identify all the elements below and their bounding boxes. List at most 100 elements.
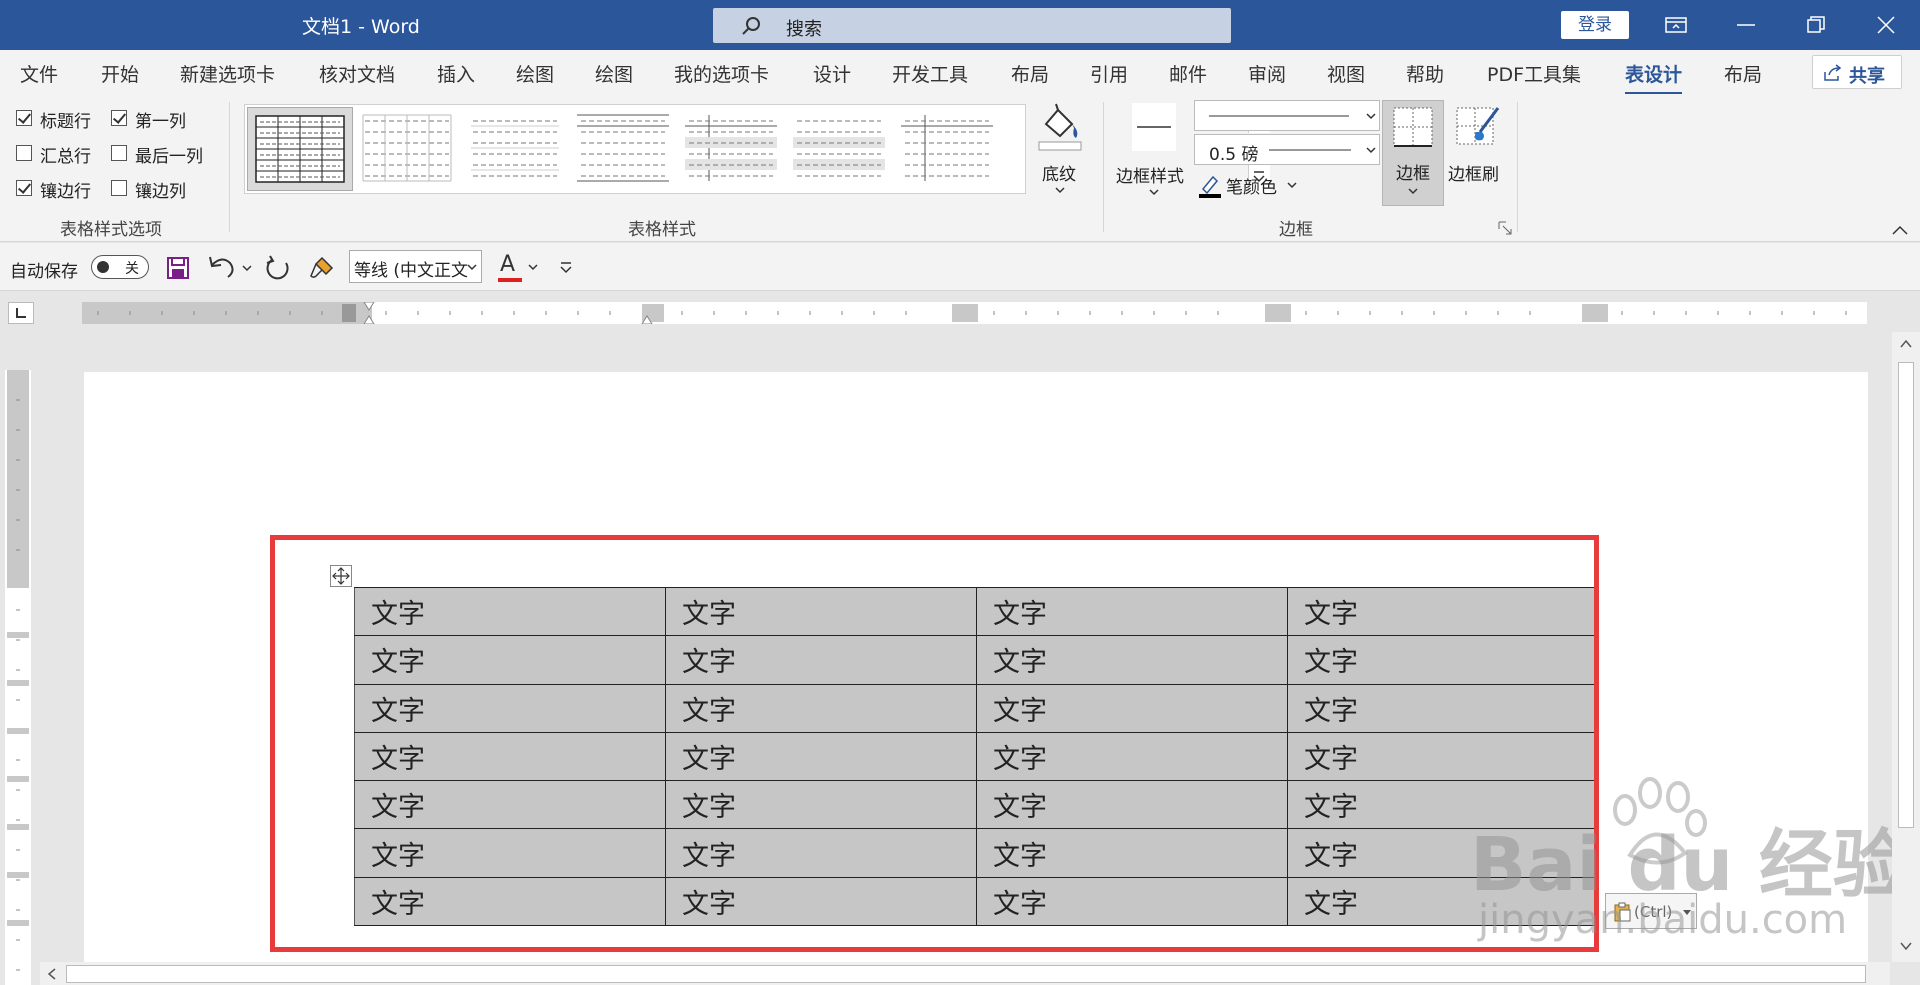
tab-file[interactable]: 文件 (20, 60, 58, 87)
tab-selector-button[interactable] (8, 302, 34, 324)
tab-home[interactable]: 开始 (101, 60, 139, 87)
shading-button[interactable]: 底纹 (1036, 102, 1084, 202)
close-button[interactable] (1863, 8, 1909, 42)
minimize-icon (1737, 24, 1755, 26)
horizontal-scrollbar[interactable] (40, 962, 1890, 985)
tab-help[interactable]: 帮助 (1406, 60, 1444, 87)
tab-draw[interactable]: 绘图 (516, 60, 554, 87)
restore-button[interactable] (1793, 8, 1839, 42)
table-style-plain-3[interactable] (571, 107, 677, 191)
font-color-glyph: A (500, 252, 516, 277)
border-painter-label: 边框刷 (1448, 165, 1499, 185)
font-color-button[interactable]: A (496, 251, 542, 283)
chevron-down-icon (242, 265, 252, 272)
checkbox-box (111, 110, 127, 126)
chevron-down-icon (528, 264, 538, 271)
table-style-plain-6-icon (901, 115, 993, 181)
ruler-row (0, 292, 1920, 328)
tab-mailings[interactable]: 邮件 (1169, 60, 1207, 87)
format-painter-button[interactable] (308, 254, 336, 282)
tab-design[interactable]: 设计 (813, 60, 851, 87)
vertical-scrollbar[interactable] (1892, 332, 1920, 962)
border-styles-button[interactable]: 边框样式 (1116, 102, 1192, 202)
table-styles-gallery (244, 104, 1270, 194)
tab-review[interactable]: 审阅 (1248, 60, 1286, 87)
tab-draw-2[interactable]: 绘图 (595, 60, 633, 87)
tab-check-document[interactable]: 核对文档 (319, 60, 395, 87)
tab-stop-icon (16, 308, 26, 318)
share-button[interactable]: 共享 (1812, 55, 1902, 89)
ribbon: 标题行 第一列 汇总行 最后一列 镶边行 镶边列 表格样式选项 表格样式 底纹 … (0, 94, 1920, 242)
tab-new-tab[interactable]: 新建选项卡 (180, 60, 275, 87)
restore-icon (1807, 16, 1825, 33)
tab-insert[interactable]: 插入 (437, 60, 475, 87)
border-painter-icon (1456, 107, 1500, 145)
table-style-grid-icon (255, 115, 345, 183)
table-style-plain-1[interactable] (355, 107, 461, 191)
collapse-ribbon-button[interactable] (1890, 222, 1910, 236)
save-icon (167, 257, 189, 279)
chevron-down-icon (1149, 189, 1159, 196)
tab-view[interactable]: 视图 (1327, 60, 1365, 87)
undo-icon (209, 256, 234, 278)
save-button[interactable] (166, 256, 190, 280)
share-icon (1824, 64, 1842, 81)
redo-button[interactable] (264, 255, 292, 283)
chevron-up-icon (1892, 225, 1908, 235)
tab-developer[interactable]: 开发工具 (892, 60, 968, 87)
borders-button[interactable]: 边框 (1382, 100, 1444, 206)
paint-bucket-icon (1038, 103, 1082, 151)
toggle-knob (97, 261, 109, 273)
shading-label: 底纹 (1042, 165, 1076, 185)
paste-options-button[interactable]: (Ctrl) (1605, 893, 1697, 929)
horizontal-scroll-thumb[interactable] (66, 965, 1866, 983)
font-name-dropdown[interactable]: 等线 (中文正文 (349, 250, 482, 283)
tab-references[interactable]: 引用 (1090, 60, 1128, 87)
chevron-down-icon (1683, 910, 1691, 915)
scroll-up-arrow-icon (1900, 339, 1912, 348)
font-name-value: 等线 (中文正文 (354, 261, 469, 281)
vertical-ruler[interactable] (5, 370, 31, 985)
tab-table-layout[interactable]: 布局 (1724, 60, 1762, 87)
table-style-plain-4[interactable] (679, 107, 785, 191)
dialog-launcher-icon (1498, 221, 1512, 235)
border-painter-button[interactable]: 边框刷 (1448, 102, 1508, 202)
table-style-plain-6[interactable] (895, 107, 1001, 191)
paste-options-label: (Ctrl) (1634, 903, 1673, 921)
toggle-state: 关 (125, 261, 139, 277)
line-style-preview (1209, 115, 1349, 117)
table-style-plain-2-icon (471, 120, 559, 177)
table-style-plain-3-icon (577, 114, 669, 182)
minimize-button[interactable] (1723, 8, 1769, 42)
autosave-label: 自动保存 (10, 262, 78, 282)
ribbon-display-icon (1665, 17, 1687, 33)
line-style-dropdown[interactable] (1194, 100, 1380, 131)
tab-layout[interactable]: 布局 (1011, 60, 1049, 87)
share-label: 共享 (1849, 66, 1885, 87)
pen-color-button[interactable]: 笔颜色 (1198, 172, 1328, 198)
tab-table-design[interactable]: 表设计 (1625, 60, 1683, 95)
login-button[interactable]: 登录 (1561, 11, 1629, 39)
line-weight-dropdown[interactable]: 0.5 磅 (1194, 134, 1380, 165)
table-style-plain-2[interactable] (463, 107, 569, 191)
format-painter-icon (310, 256, 334, 278)
tab-pdf-tools[interactable]: PDF工具集 (1487, 60, 1581, 87)
table-style-grid[interactable] (247, 107, 353, 191)
ribbon-display-options-button[interactable] (1653, 8, 1699, 42)
group-label-borders: 边框 (1279, 220, 1313, 240)
borders-dialog-launcher[interactable] (1498, 220, 1512, 235)
customize-qat-button[interactable] (558, 259, 574, 275)
table-style-plain-5[interactable] (787, 107, 893, 191)
chevron-down-icon (1055, 187, 1065, 194)
horizontal-ruler[interactable] (82, 301, 1867, 325)
search-placeholder: 搜索 (786, 19, 822, 40)
tab-my-tab[interactable]: 我的选项卡 (674, 60, 769, 87)
search-box[interactable]: 搜索 (713, 8, 1231, 43)
redo-icon (266, 255, 289, 280)
autosave-toggle[interactable]: 关 (91, 255, 149, 279)
checkbox-box (111, 180, 127, 196)
undo-button[interactable] (208, 255, 254, 281)
ruler-ticks (82, 301, 1847, 325)
group-separator (229, 102, 230, 232)
vertical-scroll-thumb[interactable] (1898, 362, 1914, 828)
